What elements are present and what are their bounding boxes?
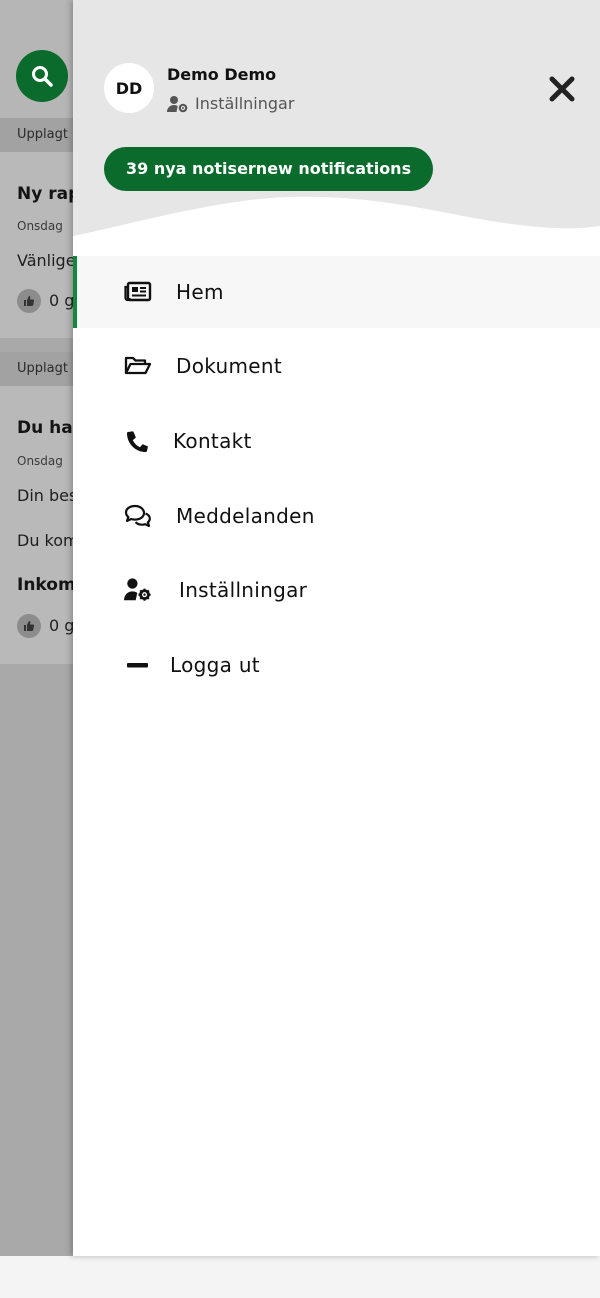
menu-label-meddelanden: Meddelanden (176, 504, 315, 528)
folder-open-icon (124, 352, 152, 380)
newspaper-icon (124, 278, 152, 306)
like-button[interactable] (17, 289, 41, 313)
settings-link[interactable]: Inställningar (167, 94, 294, 113)
menu-item-dokument[interactable]: Dokument (73, 330, 600, 402)
menu-label-kontakt: Kontakt (173, 429, 252, 453)
phone-icon (124, 427, 152, 455)
navigation-drawer: DD Demo Demo Inställningar 39 nya notise… (73, 0, 600, 1256)
search-icon (32, 66, 53, 87)
avatar[interactable]: DD (104, 63, 154, 113)
settings-link-label: Inställningar (195, 94, 295, 113)
thumbs-up-icon (24, 621, 35, 631)
thumbs-up-icon (24, 296, 35, 306)
like-count: 0 g (49, 616, 75, 635)
post-subheading: Inkom (17, 575, 76, 595)
like-count: 0 g (49, 291, 75, 310)
menu-label-installningar: Inställningar (179, 578, 308, 602)
close-icon (549, 76, 575, 102)
post-date: Onsdag (17, 454, 63, 468)
header-wave-background (73, 0, 600, 250)
post-date: Onsdag (17, 219, 63, 233)
post-text: Din bes (17, 486, 78, 505)
close-button[interactable] (545, 72, 579, 106)
like-button[interactable] (17, 614, 41, 638)
menu-item-hem[interactable]: Hem (73, 256, 600, 328)
user-cog-icon (124, 576, 152, 604)
drawer-header: DD Demo Demo Inställningar 39 nya notise… (73, 0, 600, 250)
bottom-bar (0, 1256, 600, 1298)
menu-label-logga-ut: Logga ut (170, 653, 260, 677)
menu-item-kontakt[interactable]: Kontakt (73, 405, 600, 477)
menu-item-meddelanden[interactable]: Meddelanden (73, 480, 600, 552)
menu-item-logga-ut[interactable]: Logga ut (73, 629, 600, 701)
menu-item-installningar[interactable]: Inställningar (73, 554, 600, 626)
post-title: Ny rap (17, 184, 81, 204)
post-text: Vänlige (17, 251, 76, 270)
menu-label-hem: Hem (176, 280, 224, 304)
comments-icon (124, 502, 152, 530)
user-cog-icon (167, 95, 188, 112)
search-button[interactable] (16, 50, 68, 102)
post-title: Du har (17, 418, 82, 438)
notifications-button[interactable]: 39 nya notisernew notifications (104, 147, 434, 191)
post-text: Du kom (17, 531, 79, 550)
minus-icon (124, 651, 152, 679)
user-name: Demo Demo (167, 65, 277, 84)
menu-label-dokument: Dokument (176, 354, 282, 378)
